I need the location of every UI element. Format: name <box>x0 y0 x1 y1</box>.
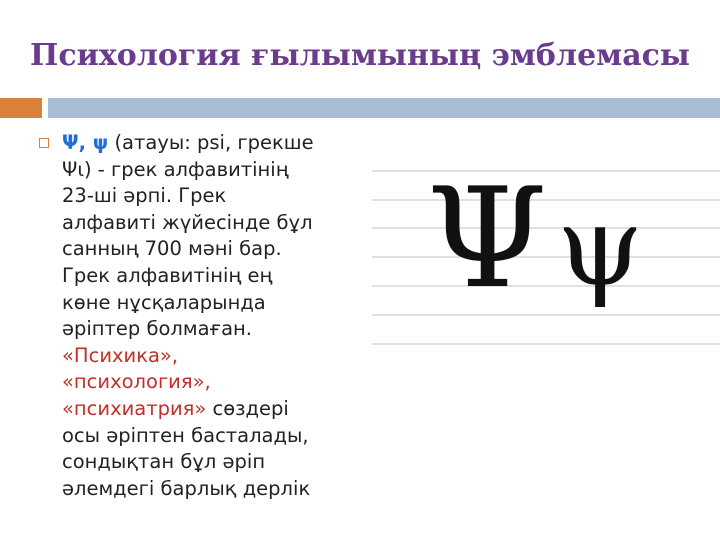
text-line-11-rest: сөздері <box>206 396 289 420</box>
text-line-14: әлемдегі барлық дерлік <box>62 476 311 500</box>
text-line-10: «психология», <box>62 370 211 394</box>
text-line-3: 23-ші әрпі. Грек <box>62 184 227 208</box>
text-line-2: Ψι) - грек алфавитінің <box>62 157 289 181</box>
psi-symbol-label: Ψ, ψ <box>62 131 109 154</box>
text-line-11-red: «психиатрия» <box>62 396 207 420</box>
accent-bar-orange <box>0 98 42 118</box>
text-line-4: алфавиті жүйесінде бұл <box>62 210 313 234</box>
psi-uppercase: Ψ <box>426 168 547 319</box>
accent-bar-blue <box>48 98 720 118</box>
text-line-11: «психиатрия» сөздері <box>62 396 392 423</box>
text-line-6: Грек алфавитінің ең <box>62 263 273 287</box>
slide-title: Психология ғылымының эмблемасы <box>29 38 690 73</box>
bullet-square-icon <box>39 138 49 148</box>
text-line-13: сондықтан бұл әріп <box>62 450 266 474</box>
text-line-1-rest: (атауы: psi, грекше <box>108 131 314 154</box>
text-line-12: осы әріптен басталады, <box>62 423 309 447</box>
psi-figure: Ψ ψ <box>372 168 720 345</box>
text-line-8: әріптер болмаған. <box>62 317 252 341</box>
psi-lowercase: ψ <box>557 182 643 310</box>
bullet-text: Ψ, ψ (атауы: psi, грекше Ψι) - грек алфа… <box>62 130 392 502</box>
text-line-1: Ψ, ψ (атауы: psi, грекше <box>62 130 392 157</box>
text-line-5: санның 700 мәні бар. <box>62 237 282 261</box>
text-line-9: «Психика», <box>62 343 179 367</box>
text-line-7: көне нұсқаларында <box>62 290 266 314</box>
